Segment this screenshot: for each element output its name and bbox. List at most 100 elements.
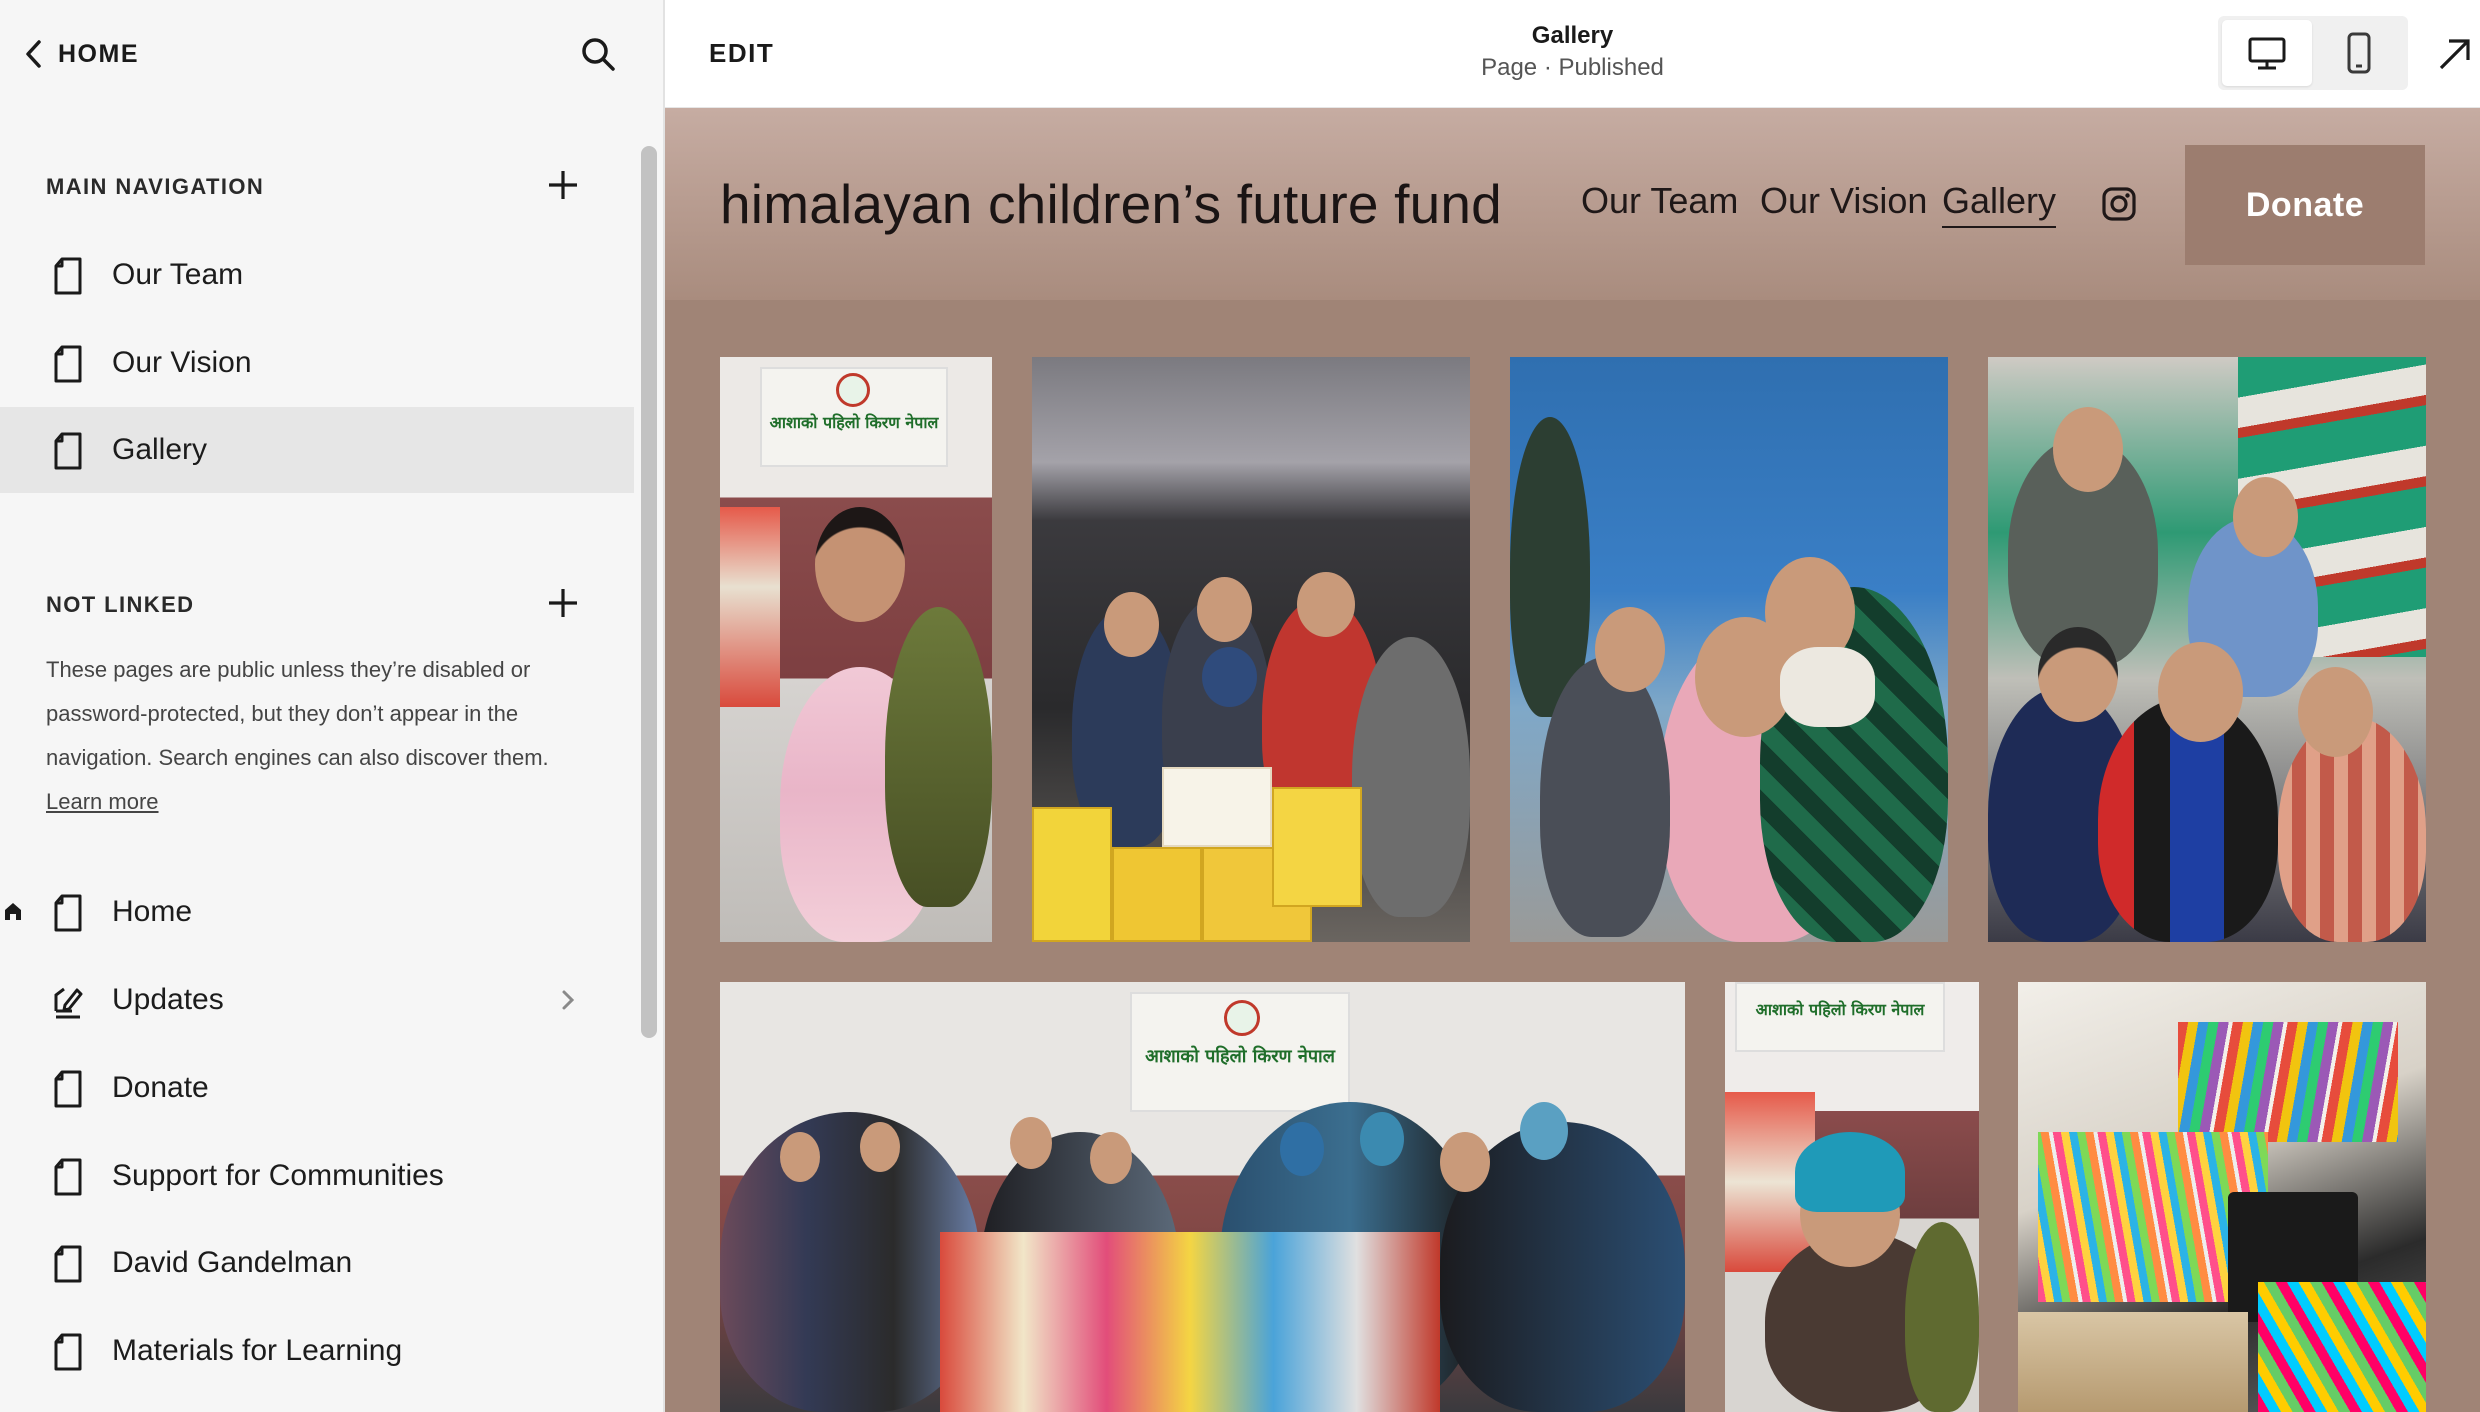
learn-more-link[interactable]: Learn more <box>46 789 159 814</box>
search-button[interactable] <box>578 34 618 74</box>
photo-child-head <box>815 507 905 622</box>
search-icon <box>582 38 615 71</box>
photo-boys-with-sacks[interactable] <box>1988 357 2426 942</box>
page-icon <box>54 1070 82 1108</box>
photo-pencils <box>2178 1022 2398 1142</box>
site-nav-gallery[interactable]: Gallery <box>1942 180 2057 228</box>
site-nav-our-vision[interactable]: Our Vision <box>1760 180 1927 222</box>
sidebar-item-home[interactable]: Home <box>0 869 634 955</box>
mobile-view-button[interactable] <box>2314 20 2404 86</box>
photo-sign: आशाको पहिलो किरण नेपाल <box>1735 982 1945 1052</box>
photo-chair <box>885 607 992 907</box>
photo-bag <box>2018 1312 2248 1412</box>
photo-markers <box>2258 1282 2426 1412</box>
photo-person <box>1352 637 1470 917</box>
main-navigation-title: MAIN NAVIGATION <box>46 174 265 199</box>
photo-girl-pink-jacket[interactable]: आशाको पहिलो किरण नेपाल <box>720 357 992 942</box>
sign-logo <box>836 373 870 407</box>
photo-head <box>2158 642 2243 742</box>
sidebar-item-materials-for-learning[interactable]: Materials for Learning <box>0 1308 634 1394</box>
photo-donations-pile <box>940 1232 1440 1412</box>
photo-head <box>1360 1112 1404 1166</box>
sidebar-item-updates[interactable]: Updates <box>0 957 634 1043</box>
page-icon <box>54 345 82 383</box>
plus-icon <box>549 589 577 617</box>
not-linked-description: These pages are public unless they’re di… <box>46 648 606 824</box>
sidebar-item-label: Donate <box>112 1071 209 1104</box>
photo-person <box>1540 657 1670 937</box>
photo-head <box>1010 1117 1052 1169</box>
plus-icon <box>549 171 577 199</box>
sidebar-header: HOME <box>0 0 663 108</box>
sidebar-item-label: Gallery <box>112 433 208 466</box>
photo-children-blue-wall[interactable] <box>1510 357 1948 942</box>
sign-text: आशाको पहिलो किरण नेपाल <box>1755 1000 1925 1019</box>
photo-head <box>2038 627 2118 722</box>
sidebar-item-label: Our Team <box>112 258 244 291</box>
desktop-view-button[interactable] <box>2222 20 2312 86</box>
site-header: himalayan children’s future fund Our Tea… <box>665 108 2480 300</box>
photo-head <box>2053 407 2123 492</box>
page-icon <box>54 1333 82 1371</box>
page-icon <box>54 432 82 470</box>
mobile-icon <box>2347 32 2371 74</box>
open-site-button[interactable] <box>2435 34 2475 74</box>
sidebar-item-our-team[interactable]: Our Team <box>0 232 634 318</box>
photo-sign: आशाको पहिलो किरण नेपाल <box>1130 992 1350 1112</box>
site-title[interactable]: himalayan children’s future fund <box>720 172 1502 236</box>
sidebar-item-label: Updates <box>112 983 224 1016</box>
sidebar-item-label: Materials for Learning <box>112 1334 403 1367</box>
donate-button[interactable]: Donate <box>2185 145 2425 265</box>
sign-text: आशाको पहिलो किरण नेपाल <box>1145 1046 1335 1067</box>
photo-chair <box>1905 1222 1979 1412</box>
chevron-right-icon[interactable] <box>558 987 578 1013</box>
sign-text: आशाको पहिलो किरण नेपाल <box>769 413 939 432</box>
back-home-link[interactable]: HOME <box>22 36 139 72</box>
photo-art-supplies[interactable] <box>2018 982 2426 1412</box>
site-nav-our-team[interactable]: Our Team <box>1581 180 1738 222</box>
not-linked-description-text: These pages are public unless they’re di… <box>46 657 549 770</box>
page-icon <box>54 257 82 295</box>
editor-topbar: EDIT Gallery Page · Published <box>665 0 2480 108</box>
site-preview: himalayan children’s future fund Our Tea… <box>665 108 2480 1412</box>
chevron-left-icon <box>26 40 41 68</box>
sidebar-item-gallery[interactable]: Gallery <box>0 407 634 493</box>
device-toggle <box>2218 16 2408 90</box>
page-icon <box>54 894 82 932</box>
photo-head <box>1202 647 1257 707</box>
add-main-nav-page-button[interactable] <box>546 168 580 202</box>
photo-hat <box>1795 1132 1905 1212</box>
sidebar-item-donate[interactable]: Donate <box>0 1045 634 1131</box>
photo-head <box>1090 1132 1132 1184</box>
page-status: Page · Published <box>1481 54 1664 81</box>
sidebar-item-label: David Gandelman <box>112 1246 353 1279</box>
instagram-icon[interactable] <box>2101 186 2137 222</box>
photo-boy-blue-hat[interactable]: आशाको पहिलो किरण नेपाल <box>1725 982 1979 1412</box>
page-title: Gallery <box>1531 22 1614 49</box>
photo-boxes <box>1032 747 1362 942</box>
photo-head <box>1520 1102 1568 1160</box>
photo-sign: आशाको पहिलो किरण नेपाल <box>760 367 948 467</box>
sidebar-item-support-for-communities[interactable]: Support for Communities <box>0 1133 634 1219</box>
photo-head <box>1197 577 1252 642</box>
photo-head <box>1297 572 1355 637</box>
photo-boys-with-boxes[interactable] <box>1032 357 1470 942</box>
photo-bags <box>720 507 780 707</box>
photo-group-with-donations[interactable]: आशाको पहिलो किरण नेपाल <box>720 982 1685 1412</box>
page-icon <box>54 1158 82 1196</box>
photo-head <box>1595 607 1665 692</box>
sidebar-item-label: Support for Communities <box>112 1159 444 1192</box>
not-linked-title: NOT LINKED <box>46 592 195 617</box>
blog-icon <box>54 987 83 1019</box>
sidebar-item-david-gandelman[interactable]: David Gandelman <box>0 1220 634 1306</box>
sidebar-scrollbar[interactable] <box>641 146 657 1038</box>
sidebar-item-label: Home <box>112 895 193 928</box>
add-not-linked-page-button[interactable] <box>546 586 580 620</box>
sidebar-item-our-vision[interactable]: Our Vision <box>0 320 634 406</box>
page-icon <box>54 1245 82 1283</box>
photo-head <box>1440 1132 1490 1192</box>
home-label: HOME <box>58 39 139 68</box>
photo-head <box>780 1132 820 1182</box>
arrow-up-right-icon <box>2439 39 2470 70</box>
photo-head <box>1104 592 1159 657</box>
